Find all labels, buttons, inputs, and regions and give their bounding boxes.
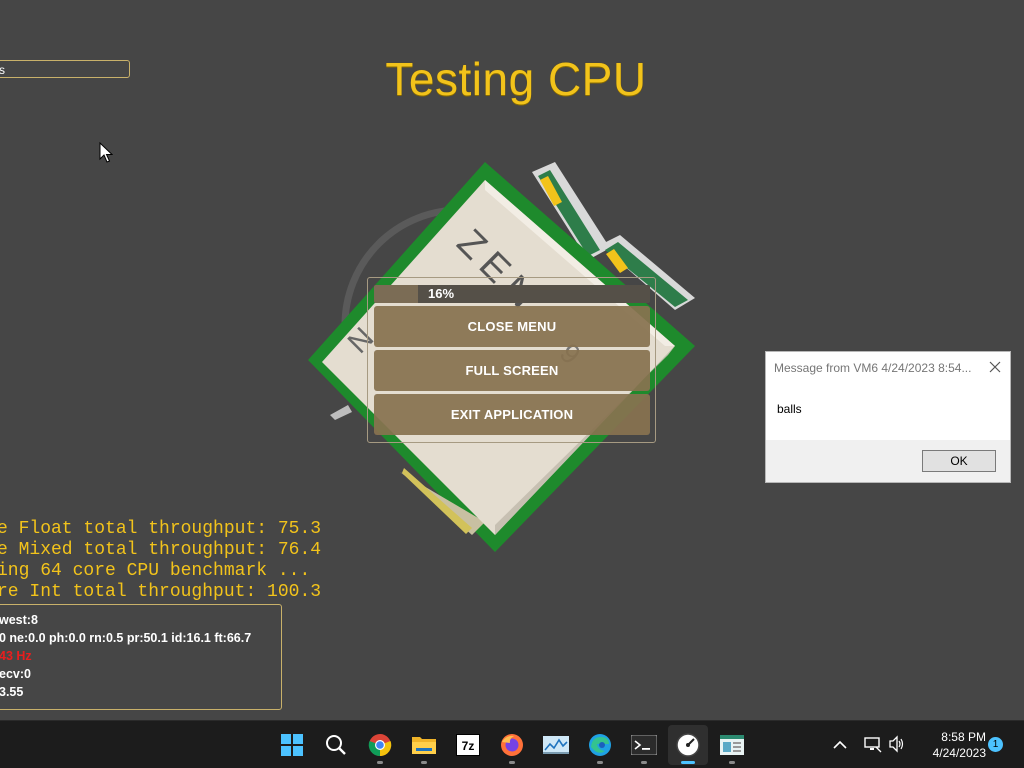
running-indicator — [509, 761, 515, 764]
resource-monitor-button[interactable] — [536, 725, 576, 765]
command-input[interactable]: s — [0, 60, 130, 78]
stats-line: 0 ne:0.0 ph:0.0 rn:0.5 pr:50.1 id:16.1 f… — [0, 631, 252, 645]
edge-button[interactable] — [580, 725, 620, 765]
mouse-cursor-icon — [99, 142, 113, 163]
clock-time: 8:58 PM — [941, 730, 986, 744]
folder-icon — [412, 737, 436, 754]
system-clock[interactable]: 8:58 PM 4/24/2023 — [912, 729, 986, 761]
log-line: re Int total throughput: 100.3 — [0, 582, 322, 602]
document-icon — [720, 735, 744, 755]
search-icon — [326, 735, 346, 755]
windows-start-icon — [281, 734, 303, 756]
log-line: e Mixed total throughput: 76.4 — [0, 540, 322, 560]
svg-text:7z: 7z — [462, 739, 475, 753]
close-menu-button[interactable]: CLOSE MENU — [374, 306, 650, 347]
active-indicator — [681, 761, 695, 764]
stats-line: ecv:0 — [0, 667, 31, 681]
firefox-button[interactable] — [492, 725, 532, 765]
log-line: ing 64 core CPU benchmark ... — [0, 561, 311, 581]
progress-bar: 16% — [374, 285, 650, 303]
chevron-up-icon[interactable] — [832, 737, 848, 753]
running-indicator — [729, 761, 735, 764]
full-screen-button[interactable]: FULL SCREEN — [374, 350, 650, 391]
progress-fill — [374, 285, 419, 303]
benchmark-app-button[interactable] — [668, 725, 708, 765]
close-icon[interactable] — [988, 360, 1002, 374]
terminal-icon — [631, 735, 657, 755]
message-dialog: Message from VM6 4/24/2023 8:54... balls… — [765, 351, 1011, 483]
volume-icon[interactable] — [888, 735, 906, 753]
terminal-button[interactable] — [624, 725, 664, 765]
running-indicator — [597, 761, 603, 764]
gauge-icon — [676, 733, 700, 757]
chrome-button[interactable] — [360, 725, 400, 765]
edge-icon — [589, 734, 611, 756]
7zip-button[interactable]: 7z — [448, 725, 488, 765]
dialog-message: balls — [766, 384, 1010, 440]
performance-chart-icon — [543, 736, 569, 754]
progress-text: 16% — [428, 286, 455, 301]
running-indicator — [377, 761, 383, 764]
stats-frequency: 43 Hz — [0, 649, 32, 663]
clock-date: 4/24/2023 — [932, 746, 986, 760]
search-button[interactable] — [316, 725, 356, 765]
chrome-icon — [368, 734, 392, 757]
stats-line: 3.55 — [0, 685, 24, 699]
notepad-app-button[interactable] — [712, 725, 752, 765]
notification-badge[interactable]: 1 — [988, 737, 1003, 752]
page-title: Testing CPU — [385, 53, 647, 105]
taskbar: 7z 8:58 PM 4/24/2023 1 — [0, 720, 1024, 768]
log-line: e Float total throughput: 75.3 — [0, 519, 322, 539]
firefox-icon — [501, 734, 523, 756]
network-icon[interactable] — [864, 735, 882, 753]
7zip-icon: 7z — [456, 734, 480, 756]
running-indicator — [421, 761, 427, 764]
ok-button[interactable]: OK — [922, 450, 996, 472]
dialog-title: Message from VM6 4/24/2023 8:54... — [766, 352, 1010, 384]
stats-panel: west:8 0 ne:0.0 ph:0.0 rn:0.5 pr:50.1 id:… — [0, 604, 282, 710]
running-indicator — [641, 761, 647, 764]
benchmark-log: e Float total throughput: 75.3 e Mixed to… — [0, 519, 321, 603]
exit-application-button[interactable]: EXIT APPLICATION — [374, 394, 650, 435]
windows-start-button[interactable] — [272, 725, 312, 765]
file-explorer-button[interactable] — [404, 725, 444, 765]
stats-line: west:8 — [0, 613, 38, 627]
